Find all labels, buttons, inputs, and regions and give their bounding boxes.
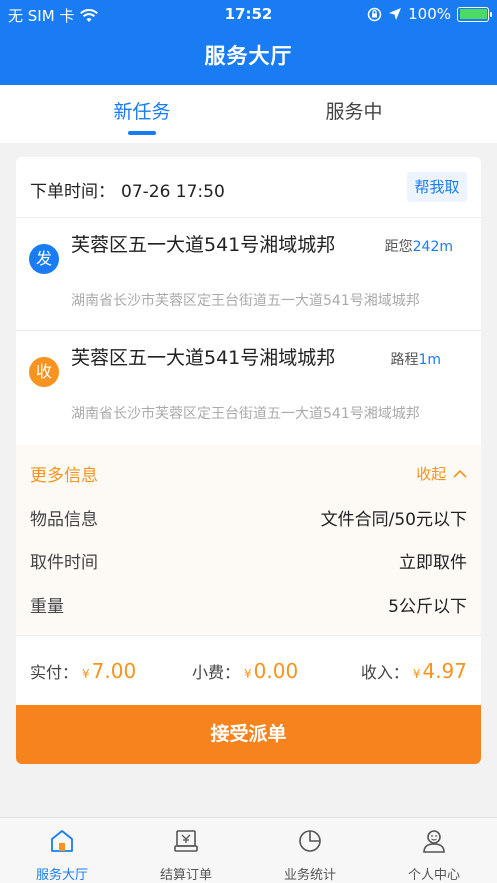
more-info-title: 更多信息: [30, 466, 98, 486]
order-card: 下单时间： 07-26 17:50 帮我取 发 芙蓉区五一大道541号湘域城邦 距…: [16, 157, 481, 764]
sender-address: 芙蓉区五一大道541号湘域城邦: [71, 234, 336, 256]
currency-symbol: ¥: [82, 667, 90, 681]
chevron-up-icon: [453, 469, 467, 478]
income-label: 收入：: [360, 663, 409, 682]
tabbar-item-service-hall[interactable]: 服务大厅: [0, 818, 124, 883]
service-type-badge[interactable]: 帮我取: [407, 172, 467, 202]
paid-value: 7.00: [91, 659, 137, 683]
tip-label: 小费：: [192, 663, 241, 682]
tabbar-item-statistics[interactable]: 业务统计: [248, 818, 372, 883]
home-icon: [51, 830, 73, 852]
status-bar: 无 SIM 卡 17:52 100%: [0, 0, 497, 28]
receiver-address: 芙蓉区五一大道541号湘域城邦: [71, 347, 336, 369]
income-amount: 收入： ¥4.97: [361, 659, 467, 683]
info-value: 5公斤以下: [388, 597, 467, 617]
receipt-icon: [174, 830, 198, 852]
info-value: 文件合同/50元以下: [320, 510, 467, 530]
battery-icon: [457, 6, 492, 22]
currency-symbol: ¥: [412, 667, 421, 681]
battery-fill: [459, 9, 487, 19]
sender-distance-value: 242m: [412, 239, 453, 255]
tab-active-indicator: [128, 131, 156, 135]
battery-percent: 100%: [408, 5, 451, 23]
tabbar-item-profile[interactable]: 个人中心: [372, 818, 496, 883]
bottom-tab-bar: 服务大厅 结算订单 业务统计 个人中心: [0, 817, 497, 883]
sender-distance-label: 距您: [384, 239, 413, 255]
user-icon: [423, 830, 445, 853]
receiver-distance-value: 1m: [418, 352, 441, 368]
app-header: 无 SIM 卡 17:52 100% 服务大厅: [0, 0, 497, 85]
tabbar-label: 服务大厅: [35, 868, 88, 883]
tab-in-service[interactable]: 服务中: [274, 97, 434, 124]
sender-distance: 距您242m: [385, 236, 453, 256]
paid-amount: 实付： ¥7.00: [30, 659, 136, 683]
payment-row: 实付： ¥7.00 小费： ¥0.00 收入： ¥4.97: [30, 657, 467, 687]
collapse-label: 收起: [416, 465, 447, 483]
order-time-label: 下单时间：: [30, 182, 115, 202]
status-right: 100%: [367, 5, 492, 23]
tabbar-item-settlement[interactable]: 结算订单: [124, 818, 248, 883]
paid-label: 实付：: [30, 663, 79, 682]
rotation-lock-icon: [367, 7, 382, 21]
tabbar-label: 个人中心: [407, 868, 460, 883]
tip-value: 0.00: [253, 659, 299, 683]
tabbar-label: 业务统计: [283, 868, 336, 883]
info-label: 取件时间: [30, 553, 98, 573]
order-time-value: 07-26 17:50: [121, 182, 225, 202]
sender-address-detail: 湖南省长沙市芙蓉区定王台街道五一大道541号湘域城邦: [71, 293, 420, 309]
income-value: 4.97: [422, 659, 467, 683]
pie-chart-icon: [299, 830, 321, 852]
tabbar-label: 结算订单: [159, 868, 212, 883]
info-label: 物品信息: [30, 510, 98, 530]
order-time: 下单时间： 07-26 17:50: [30, 177, 225, 202]
currency-symbol: ¥: [244, 667, 252, 681]
task-tabs: 新任务 服务中: [0, 85, 497, 143]
accept-order-button[interactable]: 接受派单: [16, 705, 481, 764]
receiver-badge: 收: [29, 357, 59, 387]
receiver-address-block[interactable]: 收 芙蓉区五一大道541号湘域城邦 路程1m 湖南省长沙市芙蓉区定王台街道五一大…: [16, 331, 481, 443]
location-arrow-icon: [389, 8, 402, 20]
receiver-distance-label: 路程: [390, 352, 419, 368]
info-label: 重量: [30, 597, 64, 617]
tab-new-tasks[interactable]: 新任务: [62, 97, 222, 124]
more-info-section: 更多信息 收起 物品信息 文件合同/50元以下 取件时间 立即取件 重量 5公斤…: [16, 445, 481, 635]
page-title: 服务大厅: [204, 44, 293, 68]
divider: [16, 635, 481, 636]
info-value: 立即取件: [399, 553, 467, 573]
collapse-toggle[interactable]: 收起: [416, 463, 467, 484]
tip-amount: 小费： ¥0.00: [192, 659, 298, 683]
sender-address-block[interactable]: 发 芙蓉区五一大道541号湘域城邦 距您242m 湖南省长沙市芙蓉区定王台街道五…: [16, 218, 481, 330]
receiver-address-detail: 湖南省长沙市芙蓉区定王台街道五一大道541号湘域城邦: [71, 406, 420, 422]
sender-badge: 发: [29, 244, 59, 274]
receiver-distance: 路程1m: [390, 349, 441, 369]
